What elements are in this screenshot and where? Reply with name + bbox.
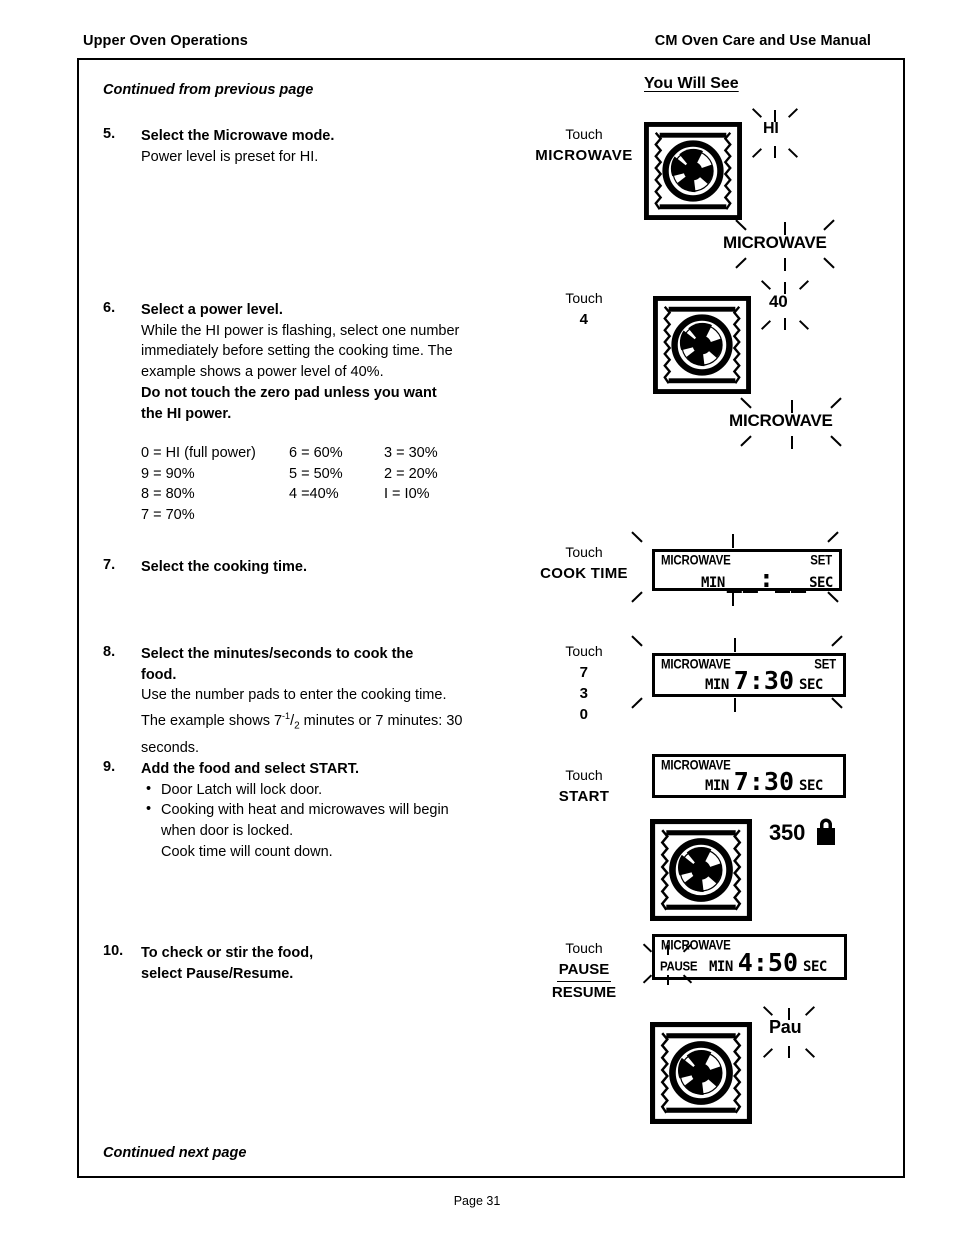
- lcd-min-unit: MIN: [705, 677, 729, 693]
- step-7-number: 7.: [103, 557, 116, 573]
- display-power-level-hi: HI: [763, 120, 779, 137]
- step-5-number: 5.: [103, 126, 116, 142]
- step-8-number: 8.: [103, 644, 116, 660]
- oven-icon-step-10: [650, 1022, 752, 1124]
- display-status-pau: Pau: [769, 1017, 802, 1037]
- step-8-title-2: food.: [141, 666, 177, 683]
- step-5-title: Select the Microwave mode.: [141, 128, 335, 144]
- step-8-touch-key-3[interactable]: 3: [519, 683, 649, 704]
- bullet-dot-icon: •: [146, 780, 152, 797]
- lcd-time-value: __:__: [726, 564, 808, 593]
- lcd-sec-unit: SEC: [803, 959, 827, 975]
- step-6-warn-2: the HI power.: [141, 405, 232, 422]
- step-10-title-1: To check or stir the food,: [141, 945, 314, 961]
- lcd-display-step-8: MICROWAVE SET MIN 7:30 SEC: [652, 653, 846, 697]
- oven-icon-step-5: [644, 122, 742, 220]
- step-10-touch-key-resume[interactable]: RESUME: [519, 982, 649, 1003]
- step-10-touch-label: Touch: [565, 940, 603, 956]
- power-level-table: 0 = HI (full power) 9 = 90% 8 = 80% 7 = …: [141, 443, 561, 531]
- display-temperature-350: 350: [769, 820, 806, 845]
- continued-next-page: Continued next page: [103, 1145, 247, 1161]
- step-9-bullet-2-cont-1: when door is locked.: [161, 823, 294, 840]
- lcd-time-value: 4:50: [737, 948, 799, 977]
- power-row-7: 7 = 70%: [141, 506, 195, 523]
- step-10-touch-key-pause[interactable]: PAUSE: [556, 959, 612, 982]
- power-row-3: 3 = 30%: [384, 445, 438, 461]
- lcd-min-unit: MIN: [701, 575, 725, 591]
- lcd-time-value: 7:30: [733, 767, 795, 796]
- step-8-line-1: Use the number pads to enter the cooking…: [141, 687, 447, 704]
- step-8-line-2: The example shows 7-1/2 minutes or 7 min…: [141, 711, 463, 732]
- power-row-2: 2 = 20%: [384, 465, 438, 482]
- continued-from-previous: Continued from previous page: [103, 82, 314, 98]
- display-mode-microwave-5: MICROWAVE: [723, 233, 827, 252]
- step-5-line-1: Power level is preset for HI.: [141, 148, 319, 165]
- power-row-9: 9 = 90%: [141, 465, 195, 482]
- running-head: Upper Oven Operations CM Oven Care and U…: [83, 33, 871, 49]
- step-9-number: 9.: [103, 759, 116, 775]
- lcd-min-unit: MIN: [709, 959, 733, 975]
- step-8-title-1: Select the minutes/seconds to cook the: [141, 646, 414, 662]
- power-row-1: I = I0%: [384, 486, 430, 502]
- step-9-title: Add the food and select START.: [141, 761, 360, 777]
- flash-marks-hi: [749, 108, 805, 166]
- lcd-display-step-9: MICROWAVE MIN 7:30 SEC: [652, 754, 846, 798]
- lcd-min-unit: MIN: [705, 778, 729, 794]
- lcd-display-step-7: MICROWAVE SET MIN __:__ SEC: [652, 549, 842, 591]
- step-6-touch-key-4[interactable]: 4: [519, 309, 649, 330]
- step-8-touch-label: Touch: [565, 643, 603, 659]
- power-row-0-hi: 0 = HI (full power): [141, 445, 256, 461]
- display-power-level-40: 40: [769, 292, 788, 311]
- running-head-right: CM Oven Care and Use Manual: [654, 33, 871, 49]
- step-10-touch-key-pause-wrap: PAUSE: [519, 959, 649, 982]
- step-9-bullet-2: • Cooking with heat and microwaves will …: [146, 801, 449, 819]
- page-footer: Page 31: [453, 1194, 501, 1208]
- step-5-touch-key-microwave[interactable]: MICROWAVE: [519, 145, 649, 166]
- step-8-touch-key-7[interactable]: 7: [519, 662, 649, 683]
- power-row-8: 8 = 80%: [141, 486, 195, 502]
- step-10-number: 10.: [103, 943, 124, 959]
- step-7-title: Select the cooking time.: [141, 559, 307, 575]
- step-10-title-2: select Pause/Resume.: [141, 965, 294, 982]
- step-8-line-3: seconds.: [141, 739, 200, 756]
- step-7-touch-key-cooktime[interactable]: COOK TIME: [519, 563, 649, 584]
- step-5-touch-label: Touch: [565, 126, 603, 142]
- lcd-sec-unit: SEC: [809, 575, 833, 591]
- power-row-6: 6 = 60%: [289, 445, 343, 461]
- step-9-touch-label: Touch: [565, 767, 603, 783]
- step-9-touch-key-start[interactable]: START: [519, 786, 649, 807]
- lcd-sec-unit: SEC: [799, 778, 823, 794]
- power-row-5: 5 = 50%: [289, 465, 343, 482]
- step-9-bullet-2-cont-2: Cook time will count down.: [161, 843, 333, 860]
- step-7-touch-label: Touch: [565, 544, 603, 560]
- oven-icon-step-6: [653, 296, 751, 394]
- step-6-line-3: example shows a power level of 40%.: [141, 364, 384, 381]
- step-6-line-1: While the HI power is flashing, select o…: [141, 322, 460, 339]
- lcd-time-value: 7:30: [733, 666, 795, 695]
- step-6-number: 6.: [103, 300, 116, 316]
- manual-page: Upper Oven Operations CM Oven Care and U…: [0, 0, 954, 1235]
- lcd-pause-label: PAUSE: [660, 960, 698, 974]
- lcd-display-step-10: MICROWAVE PAUSE MIN 4:50 SEC: [652, 934, 847, 980]
- step-6-touch-label: Touch: [565, 290, 603, 306]
- door-lock-icon: [812, 815, 840, 852]
- bullet-dot-icon: •: [146, 801, 152, 818]
- step-6-warn-1: Do not touch the zero pad unless you wan…: [141, 384, 437, 401]
- step-9-bullet-1: • Door Latch will lock door.: [146, 780, 323, 798]
- content-frame: Continued from previous page You Will Se…: [77, 58, 905, 1178]
- you-will-see-heading: You Will See: [644, 75, 739, 92]
- oven-icon-step-9: [650, 819, 752, 921]
- step-8-touch-key-0[interactable]: 0: [519, 704, 649, 725]
- lcd-sec-unit: SEC: [799, 677, 823, 693]
- running-head-left: Upper Oven Operations: [83, 33, 248, 49]
- power-row-4: 4 =40%: [289, 486, 339, 502]
- step-6-line-2: immediately before setting the cooking t…: [141, 343, 453, 360]
- step-6-title: Select a power level.: [141, 302, 283, 318]
- display-mode-microwave-6: MICROWAVE: [729, 411, 833, 430]
